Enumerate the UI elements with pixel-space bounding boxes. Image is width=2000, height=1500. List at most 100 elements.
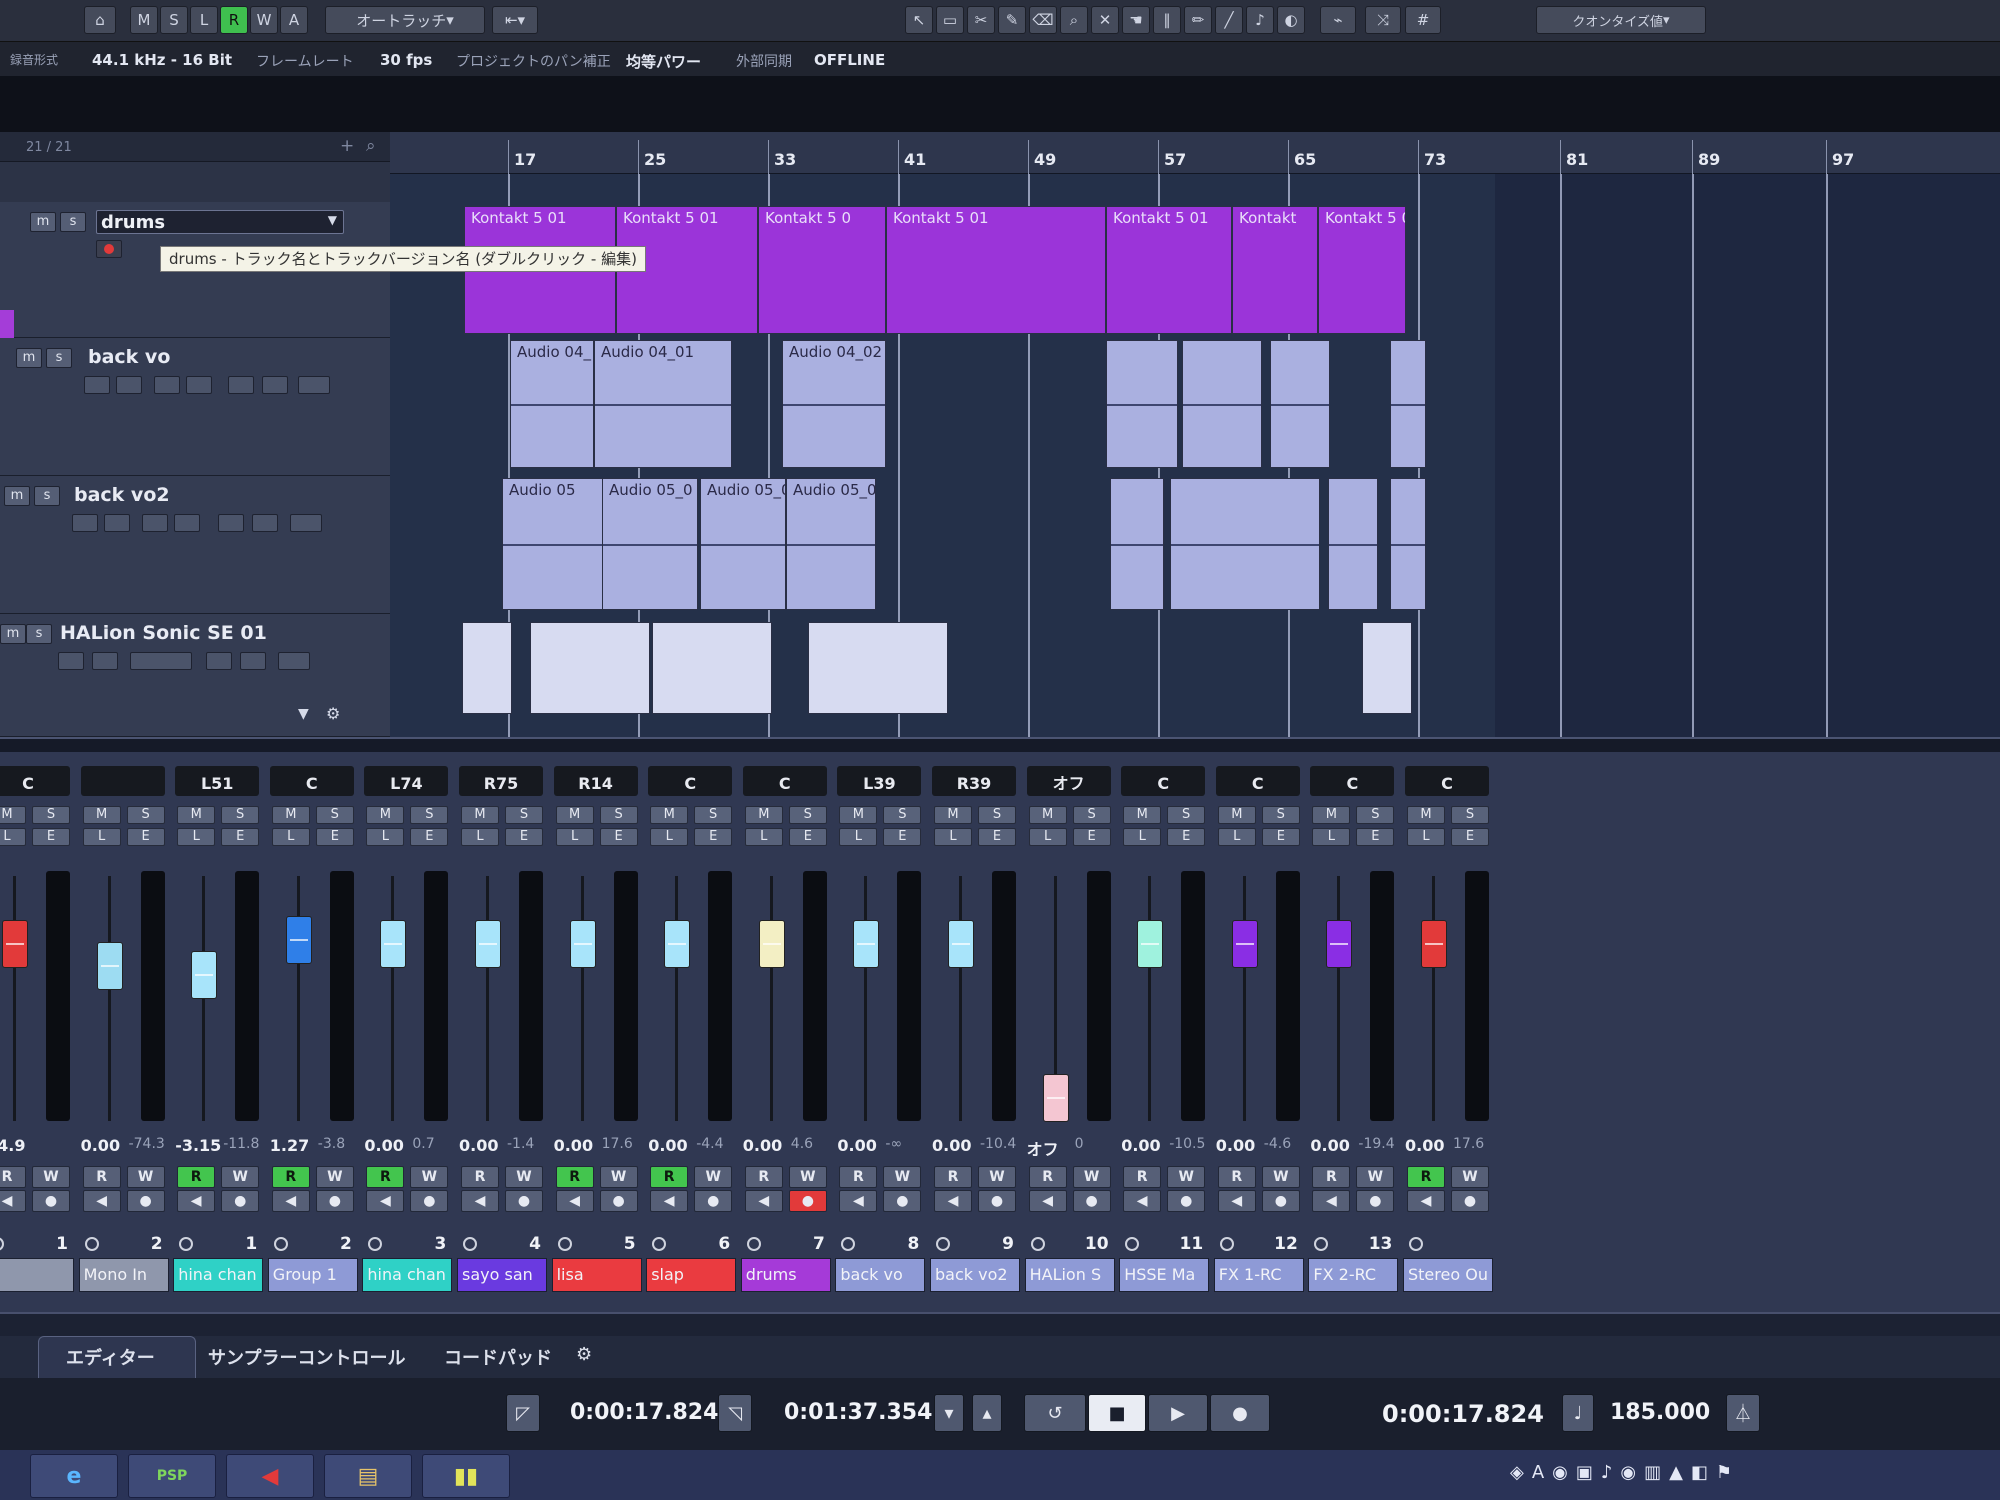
audio-event[interactable] <box>1110 478 1164 610</box>
read-automation-button[interactable]: R <box>555 1166 594 1188</box>
audio-event[interactable]: Audio 05_0 <box>602 478 698 610</box>
record-enable-button[interactable]: ● <box>788 1190 827 1212</box>
edit-button[interactable]: E <box>1261 828 1300 846</box>
listen-button[interactable]: L <box>839 828 878 846</box>
solo-button[interactable]: s <box>60 212 86 232</box>
monitor-button[interactable]: ◀ <box>1217 1190 1256 1212</box>
mute-button[interactable]: m <box>30 212 56 232</box>
solo-button[interactable]: S <box>1451 806 1489 824</box>
pan-control[interactable]: C <box>269 766 354 796</box>
record-enable-button[interactable]: ● <box>505 1190 543 1212</box>
solo-button[interactable]: S <box>1072 806 1111 824</box>
channel-name[interactable] <box>0 1258 74 1292</box>
peak-readout[interactable]: 0 <box>1075 1136 1084 1152</box>
zone-divider[interactable] <box>0 737 2000 752</box>
listen-button[interactable]: L <box>461 828 499 846</box>
peak-readout[interactable]: -11.8 <box>223 1136 259 1152</box>
freeze-button[interactable] <box>174 514 200 532</box>
automation-s-button[interactable]: S <box>160 6 188 34</box>
record-enable-button[interactable]: ● <box>1167 1190 1206 1212</box>
volume-fader[interactable] <box>1421 920 1447 968</box>
read-automation-button[interactable]: R <box>1312 1166 1351 1188</box>
automation-l-button[interactable]: L <box>190 6 218 34</box>
read-automation-button[interactable]: R <box>839 1166 878 1188</box>
volume-fader[interactable] <box>569 920 596 968</box>
record-enable-button[interactable]: ● <box>1356 1190 1395 1212</box>
audio-event[interactable]: Audio 04_01 <box>594 340 732 468</box>
edit-button[interactable]: E <box>32 828 70 846</box>
range-tool-icon[interactable]: ▭ <box>936 6 964 34</box>
automation-r-button[interactable]: R <box>220 6 248 34</box>
grid-icon[interactable]: # <box>1405 6 1441 34</box>
peak-readout[interactable]: -74.3 <box>129 1136 165 1152</box>
monitor-button[interactable] <box>92 652 118 670</box>
solo-button[interactable]: S <box>978 806 1016 824</box>
volume-readout[interactable]: オフ <box>1027 1136 1059 1160</box>
write-button[interactable] <box>252 514 278 532</box>
tempo-track-icon[interactable]: ♩ <box>1562 1394 1594 1432</box>
read-automation-button[interactable]: R <box>177 1166 216 1188</box>
mute-button[interactable]: M <box>839 806 878 824</box>
read-automation-button[interactable]: R <box>461 1166 499 1188</box>
monitor-button[interactable]: ◀ <box>1312 1190 1351 1212</box>
mute-tool-icon[interactable]: ✕ <box>1091 6 1119 34</box>
volume-fader[interactable] <box>96 942 123 990</box>
pan-control[interactable]: C <box>742 766 827 796</box>
record-enable-button[interactable]: ● <box>694 1190 733 1212</box>
read-automation-button[interactable]: R <box>82 1166 121 1188</box>
mute-button[interactable]: m <box>4 486 30 506</box>
write-automation-button[interactable]: W <box>1167 1166 1206 1188</box>
freeze-button[interactable] <box>186 376 212 394</box>
track-back-vo2[interactable]: m s back vo2 <box>0 476 390 614</box>
solo-button[interactable]: S <box>1167 806 1206 824</box>
solo-button[interactable]: S <box>315 806 354 824</box>
volume-fader[interactable] <box>758 920 785 968</box>
stop-icon[interactable]: ■ <box>1088 1394 1146 1432</box>
listen-button[interactable]: L <box>0 828 26 846</box>
tab-editor[interactable]: エディター <box>66 1344 155 1370</box>
record-enable-button[interactable] <box>96 240 122 258</box>
edit-button[interactable]: E <box>599 828 638 846</box>
pan-control[interactable]: C <box>648 766 733 796</box>
listen-button[interactable]: L <box>177 828 216 846</box>
record-enable-button[interactable] <box>84 376 110 394</box>
format-value[interactable]: 44.1 kHz - 16 Bit <box>92 51 232 69</box>
audio-event[interactable]: Audio 05 <box>502 478 606 610</box>
record-enable-button[interactable]: ● <box>1261 1190 1300 1212</box>
write-automation-button[interactable]: W <box>694 1166 733 1188</box>
system-tray-icons[interactable]: ◈A◉▣♪◉▥▲◧⚑ <box>1510 1462 1740 1483</box>
peak-readout[interactable]: -∞ <box>885 1136 902 1152</box>
solo-button[interactable]: S <box>32 806 70 824</box>
listen-button[interactable]: L <box>1123 828 1162 846</box>
write-automation-button[interactable]: W <box>883 1166 922 1188</box>
gear-icon[interactable]: ⚙ <box>576 1344 592 1365</box>
audio-event[interactable] <box>1182 340 1262 468</box>
volume-fader[interactable] <box>1231 920 1258 968</box>
volume-fader[interactable] <box>475 920 501 968</box>
zoom-tool-icon[interactable]: ⌕ <box>1060 6 1088 34</box>
listen-button[interactable]: L <box>934 828 972 846</box>
edit-button[interactable]: E <box>1072 828 1111 846</box>
position-time[interactable]: 0:00:17.824 <box>1382 1400 1544 1428</box>
channel-name[interactable]: FX 1-RC <box>1213 1258 1304 1292</box>
pan-control[interactable]: C <box>0 766 70 796</box>
mute-button[interactable]: M <box>271 806 310 824</box>
audio-event[interactable] <box>1106 340 1178 468</box>
hand-tool-icon[interactable]: ☚ <box>1122 6 1150 34</box>
listen-button[interactable]: L <box>1028 828 1067 846</box>
channel-name[interactable]: sayo san <box>457 1258 547 1292</box>
peak-readout[interactable]: -10.5 <box>1169 1136 1205 1152</box>
monitor-button[interactable]: ◀ <box>271 1190 310 1212</box>
audio-event[interactable]: Audio 05_05 <box>700 478 786 610</box>
add-track-icon[interactable]: + <box>340 136 354 156</box>
left-locator-icon[interactable]: ◸ <box>506 1394 540 1432</box>
edit-button[interactable]: E <box>1356 828 1395 846</box>
midi-part-kontakt[interactable]: Kontakt 5 0 <box>758 206 886 334</box>
audio-event[interactable] <box>1170 478 1320 610</box>
volume-readout[interactable]: 0.00 <box>837 1136 876 1155</box>
right-locator-icon[interactable]: ◹ <box>718 1394 752 1432</box>
mute-button[interactable]: M <box>1312 806 1351 824</box>
listen-button[interactable]: L <box>650 828 689 846</box>
record-enable-button[interactable]: ● <box>883 1190 922 1212</box>
write-automation-button[interactable]: W <box>1451 1166 1489 1188</box>
